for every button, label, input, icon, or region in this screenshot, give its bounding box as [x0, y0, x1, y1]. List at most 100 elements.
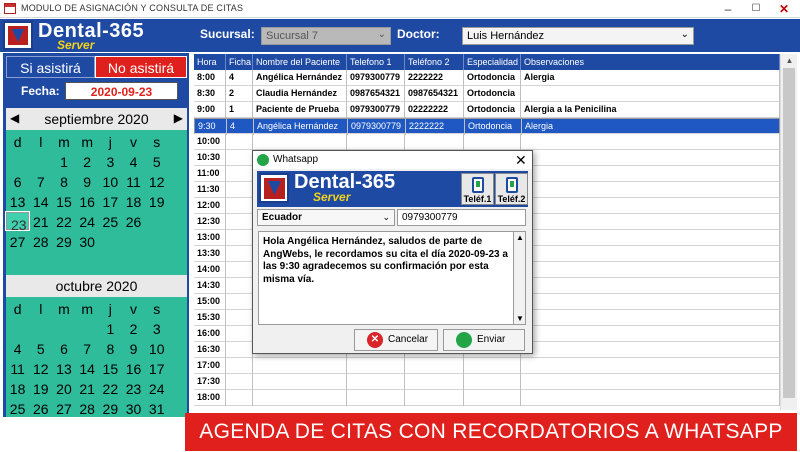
calendar-day[interactable]: 26: [29, 399, 52, 419]
calendar-day[interactable]: 18: [6, 379, 29, 399]
country-select[interactable]: Ecuador ⌄: [257, 209, 395, 226]
calendar-day[interactable]: 29: [52, 232, 75, 252]
next-month-icon[interactable]: ▶: [174, 111, 183, 125]
scroll-up-icon[interactable]: ▲: [781, 54, 798, 68]
calendar-day[interactable]: 8: [52, 172, 75, 192]
column-header[interactable]: Hora: [194, 54, 226, 70]
calendar-day[interactable]: 14: [29, 192, 52, 212]
calendar-day[interactable]: 31: [145, 399, 168, 419]
calendar-day[interactable]: 3: [99, 152, 122, 172]
calendar-day[interactable]: 30: [122, 399, 145, 419]
calendar-day[interactable]: 24: [76, 212, 99, 232]
prev-month-icon[interactable]: ◀: [10, 111, 19, 125]
column-header[interactable]: Nombre del Paciente: [253, 54, 347, 70]
phone-input[interactable]: 0979300779: [397, 209, 526, 226]
calendar-day[interactable]: 4: [6, 339, 29, 359]
message-scrollbar[interactable]: ▲ ▼: [514, 231, 526, 325]
calendar-day[interactable]: 15: [52, 192, 75, 212]
scroll-thumb[interactable]: [783, 68, 795, 398]
doctor-select[interactable]: Luis Hernández ⌄: [462, 27, 694, 45]
calendar-day[interactable]: 26: [122, 212, 145, 232]
column-header[interactable]: Observaciones: [521, 54, 780, 70]
calendar-day[interactable]: 28: [76, 399, 99, 419]
column-header[interactable]: Ficha: [226, 54, 253, 70]
calendar-day[interactable]: 28: [29, 232, 52, 252]
calendar-day[interactable]: 6: [52, 339, 75, 359]
telefono-2-button[interactable]: Teléf.2: [495, 173, 528, 205]
table-scrollbar[interactable]: ▲: [780, 54, 797, 410]
column-header[interactable]: Telefono 1: [347, 54, 405, 70]
close-button[interactable]: ✕: [770, 0, 798, 18]
table-row[interactable]: 10:00: [194, 134, 780, 150]
si-asistira-button[interactable]: Si asistirá: [6, 56, 95, 78]
calendar-day[interactable]: 1: [52, 152, 75, 172]
column-header[interactable]: Teléfono 2: [405, 54, 464, 70]
calendar-day[interactable]: 25: [99, 212, 122, 232]
dialog-close-icon[interactable]: ✕: [515, 152, 527, 169]
calendar-day[interactable]: 30: [76, 232, 99, 252]
calendar-day[interactable]: 25: [6, 399, 29, 419]
calendar-day[interactable]: 1: [99, 319, 122, 339]
calendar-day[interactable]: 27: [6, 232, 29, 252]
calendar-day[interactable]: 10: [99, 172, 122, 192]
calendar-day[interactable]: 13: [52, 359, 75, 379]
calendar-day[interactable]: 24: [145, 379, 168, 399]
calendar-day[interactable]: 29: [99, 399, 122, 419]
calendar-day[interactable]: 11: [122, 172, 145, 192]
calendar-day[interactable]: 27: [52, 399, 75, 419]
calendar-day[interactable]: 22: [52, 212, 75, 232]
calendar-day[interactable]: 5: [29, 339, 52, 359]
calendar-day[interactable]: 2: [76, 152, 99, 172]
table-row[interactable]: 9:00 1 Paciente de Prueba 0979300779 0222222…: [194, 102, 780, 118]
calendar-day[interactable]: 15: [99, 359, 122, 379]
minimize-button[interactable]: –: [714, 0, 742, 18]
calendar-day[interactable]: 7: [76, 339, 99, 359]
calendar-day[interactable]: 13: [6, 192, 29, 212]
calendar-day[interactable]: 19: [29, 379, 52, 399]
calendar-day[interactable]: 12: [145, 172, 168, 192]
telefono-1-button[interactable]: Teléf.1: [461, 173, 494, 205]
calendar-day[interactable]: 9: [122, 339, 145, 359]
calendar-day[interactable]: 20: [52, 379, 75, 399]
calendar-day[interactable]: 12: [29, 359, 52, 379]
calendar-day[interactable]: 18: [122, 192, 145, 212]
table-row[interactable]: 9:30 4 Angélica Hernández 0979300779 2222222…: [194, 118, 781, 135]
scroll-up-icon[interactable]: ▲: [516, 233, 524, 242]
calendar-day[interactable]: 6: [6, 172, 29, 192]
calendar-day[interactable]: 22: [99, 379, 122, 399]
calendar-day[interactable]: 3: [145, 319, 168, 339]
table-cell: [226, 230, 253, 246]
table-row[interactable]: 18:00: [194, 390, 780, 406]
calendar-day[interactable]: 23: [122, 379, 145, 399]
calendar-day[interactable]: 17: [145, 359, 168, 379]
calendar-day[interactable]: 21: [29, 212, 52, 232]
scroll-down-icon[interactable]: ▼: [516, 314, 524, 323]
table-row[interactable]: 8:30 2 Claudia Hernández 0987654321 09876543…: [194, 86, 780, 102]
maximize-button[interactable]: ☐: [742, 0, 770, 18]
calendar-day[interactable]: 4: [122, 152, 145, 172]
calendar-day[interactable]: 19: [145, 192, 168, 212]
column-header[interactable]: Especialidad: [464, 54, 521, 70]
calendar-day[interactable]: 2: [122, 319, 145, 339]
calendar-day[interactable]: 9: [76, 172, 99, 192]
table-row[interactable]: 17:00: [194, 358, 780, 374]
calendar-day[interactable]: 5: [145, 152, 168, 172]
calendar-day[interactable]: 11: [6, 359, 29, 379]
calendar-day[interactable]: 14: [76, 359, 99, 379]
cancel-button[interactable]: ✕ Cancelar: [354, 329, 438, 351]
calendar-day[interactable]: 23: [4, 211, 31, 233]
no-asistira-button[interactable]: No asistirá: [95, 56, 187, 78]
send-button[interactable]: Enviar: [443, 329, 525, 351]
calendar-day[interactable]: 16: [122, 359, 145, 379]
calendar-day[interactable]: 7: [29, 172, 52, 192]
calendar-day[interactable]: 10: [145, 339, 168, 359]
calendar-day[interactable]: 8: [99, 339, 122, 359]
fecha-field[interactable]: 2020-09-23: [65, 82, 178, 100]
calendar-day[interactable]: 16: [76, 192, 99, 212]
calendar-day[interactable]: 21: [76, 379, 99, 399]
message-textarea[interactable]: Hola Angélica Hernández, saludos de part…: [258, 231, 514, 325]
sucursal-select[interactable]: Sucursal 7 ⌄: [261, 27, 391, 45]
table-row[interactable]: 17:30: [194, 374, 780, 390]
calendar-day[interactable]: 17: [99, 192, 122, 212]
table-row[interactable]: 8:00 4 Angélica Hernández 0979300779 2222222…: [194, 70, 780, 86]
